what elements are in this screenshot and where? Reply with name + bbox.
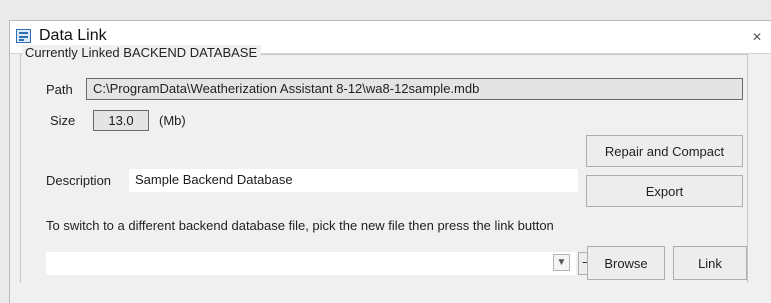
group-legend: Currently Linked BACKEND DATABASE [22, 45, 262, 60]
repair-compact-button[interactable]: Repair and Compact [586, 135, 743, 167]
instruction-text: To switch to a different backend databas… [46, 218, 554, 233]
description-field[interactable]: Sample Backend Database [129, 169, 578, 192]
form-icon [16, 29, 31, 43]
path-label: Path [46, 82, 73, 97]
window-title: Data Link [39, 27, 107, 44]
path-field: C:\ProgramData\Weatherization Assistant … [86, 78, 743, 100]
browse-button[interactable]: Browse [587, 246, 665, 280]
chevron-down-icon[interactable]: ▼ [553, 254, 570, 271]
link-button[interactable]: Link [673, 246, 747, 280]
size-label: Size [50, 113, 76, 128]
size-field: 13.0 [93, 110, 149, 131]
export-button[interactable]: Export [586, 175, 743, 207]
size-unit-label: (Mb) [159, 113, 186, 128]
close-icon[interactable]: ✕ [749, 29, 765, 45]
backend-file-picker[interactable] [46, 252, 576, 275]
description-label: Description [46, 173, 112, 188]
